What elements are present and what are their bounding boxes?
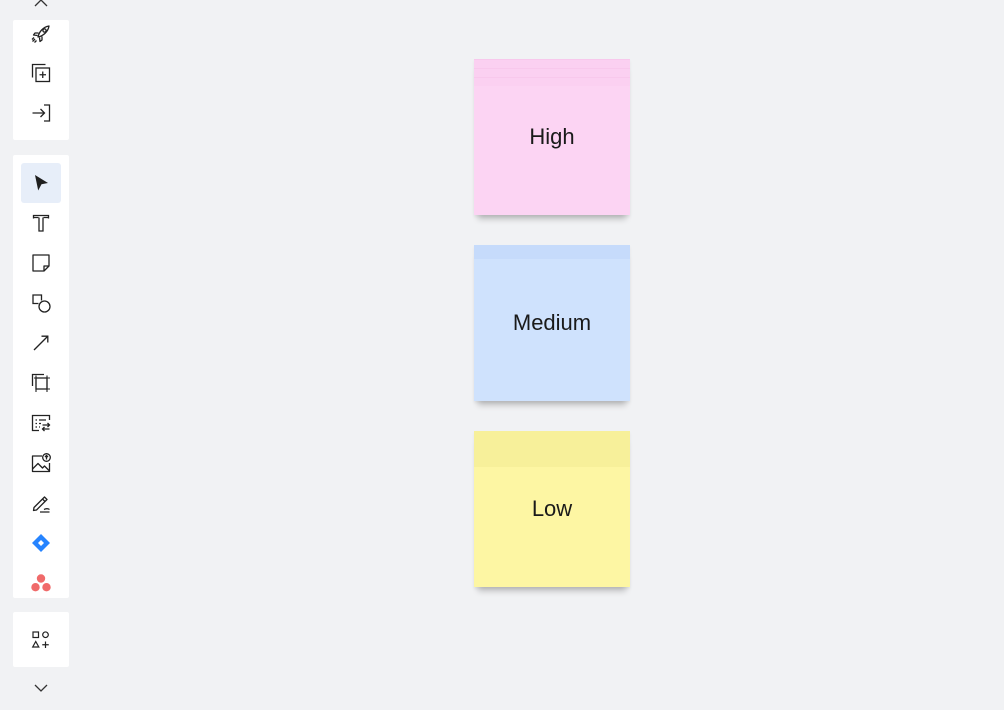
frame-tool-button[interactable] xyxy=(21,363,61,403)
sticky-note-header xyxy=(474,431,630,467)
text-tool-button[interactable] xyxy=(21,203,61,243)
more-apps-button[interactable] xyxy=(21,620,61,660)
text-tool-icon xyxy=(30,212,52,234)
launch-button[interactable] xyxy=(21,14,61,54)
shapes-tool-icon xyxy=(30,292,52,314)
scroll-up-chevron-icon[interactable] xyxy=(31,0,51,10)
card-tool-button[interactable] xyxy=(21,403,61,443)
import-button[interactable] xyxy=(21,93,61,133)
launch-icon xyxy=(30,23,52,45)
more-apps-icon xyxy=(31,630,51,650)
select-tool-icon xyxy=(30,172,52,194)
import-icon xyxy=(30,102,52,124)
pen-tool-icon xyxy=(30,492,52,514)
sticky-note-label: High xyxy=(529,124,575,149)
sticky-note-low[interactable]: Low xyxy=(474,431,630,587)
select-tool-button[interactable] xyxy=(21,163,61,203)
asana-app-icon xyxy=(30,572,52,594)
frame-tool-icon xyxy=(30,372,52,394)
top-actions-panel xyxy=(13,20,69,140)
shapes-tool-button[interactable] xyxy=(21,283,61,323)
add-frame-icon xyxy=(30,62,52,84)
sticky-note-header xyxy=(474,245,630,259)
sticky-note-high[interactable]: High xyxy=(474,59,630,215)
image-upload-button[interactable] xyxy=(21,443,61,483)
pen-tool-button[interactable] xyxy=(21,483,61,523)
sticky-note-tool-icon xyxy=(30,252,52,274)
card-tool-icon xyxy=(30,412,52,434)
jira-app-button[interactable] xyxy=(21,523,61,563)
sticky-note-header xyxy=(474,59,630,86)
jira-app-icon xyxy=(30,532,52,554)
sticky-note-label: Medium xyxy=(512,310,592,335)
connector-tool-icon xyxy=(30,332,52,354)
add-frame-button[interactable] xyxy=(21,53,61,93)
sticky-note-tool-button[interactable] xyxy=(21,243,61,283)
more-apps-panel xyxy=(13,612,69,667)
tools-panel xyxy=(13,155,69,598)
image-upload-icon xyxy=(30,452,52,474)
scroll-down-chevron-icon[interactable] xyxy=(31,681,51,695)
connector-tool-button[interactable] xyxy=(21,323,61,363)
sticky-note-label: Low xyxy=(531,496,573,521)
asana-app-button[interactable] xyxy=(21,563,61,603)
sticky-note-medium[interactable]: Medium xyxy=(474,245,630,401)
